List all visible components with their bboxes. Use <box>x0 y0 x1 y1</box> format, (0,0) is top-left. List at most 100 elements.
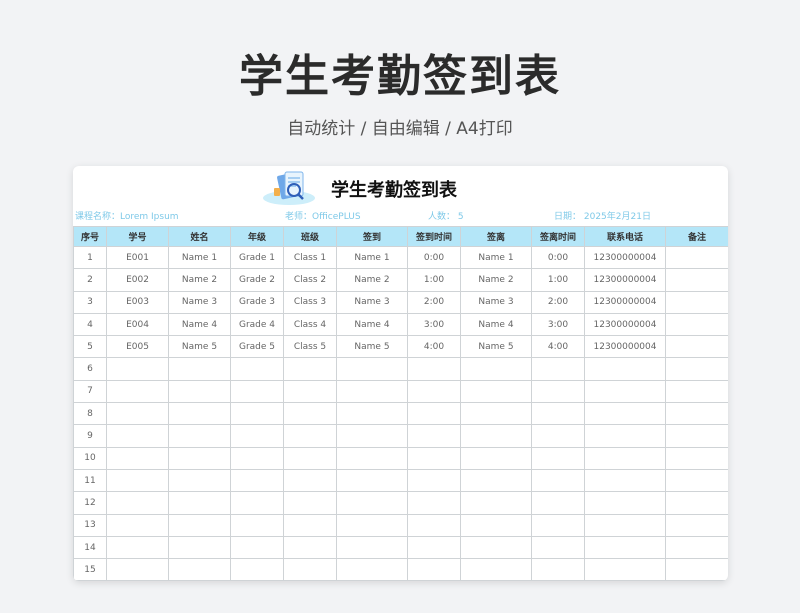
table-cell[interactable] <box>531 357 585 381</box>
table-cell[interactable] <box>336 513 408 537</box>
table-cell[interactable] <box>665 357 728 381</box>
table-cell[interactable] <box>584 446 666 470</box>
table-cell[interactable] <box>665 402 728 426</box>
table-cell[interactable] <box>584 402 666 426</box>
table-cell[interactable]: Class 1 <box>283 245 337 270</box>
table-cell[interactable]: Grade 1 <box>230 245 284 270</box>
table-cell[interactable]: 1:00 <box>407 268 461 292</box>
table-cell[interactable]: Name 5 <box>336 335 408 359</box>
table-cell[interactable] <box>665 424 728 448</box>
table-cell[interactable]: Name 4 <box>168 312 231 337</box>
table-cell[interactable]: Name 1 <box>336 245 408 270</box>
table-cell[interactable] <box>665 468 728 493</box>
table-cell[interactable] <box>168 402 231 426</box>
table-cell[interactable] <box>106 558 169 581</box>
table-cell[interactable]: Name 4 <box>460 312 532 337</box>
table-cell[interactable]: 14 <box>73 535 107 560</box>
table-cell[interactable]: Name 2 <box>168 268 231 292</box>
table-cell[interactable] <box>283 357 337 381</box>
table-cell[interactable]: 7 <box>73 379 107 404</box>
table-cell[interactable]: Class 5 <box>283 335 337 359</box>
table-cell[interactable] <box>168 379 231 404</box>
table-cell[interactable]: 4:00 <box>407 335 461 359</box>
table-cell[interactable] <box>106 491 169 515</box>
table-cell[interactable] <box>336 402 408 426</box>
table-cell[interactable] <box>336 379 408 404</box>
table-cell[interactable] <box>665 491 728 515</box>
table-cell[interactable]: E002 <box>106 268 169 292</box>
table-cell[interactable] <box>665 268 728 292</box>
table-cell[interactable]: Name 1 <box>168 245 231 270</box>
table-cell[interactable] <box>584 357 666 381</box>
table-cell[interactable] <box>531 513 585 537</box>
table-cell[interactable] <box>531 446 585 470</box>
table-cell[interactable] <box>584 424 666 448</box>
table-cell[interactable]: 12300000004 <box>584 245 666 270</box>
table-cell[interactable] <box>584 535 666 560</box>
table-cell[interactable]: Grade 3 <box>230 290 284 314</box>
table-cell[interactable] <box>230 468 284 493</box>
table-cell[interactable] <box>230 558 284 581</box>
table-cell[interactable]: Class 4 <box>283 312 337 337</box>
table-cell[interactable]: 8 <box>73 402 107 426</box>
table-cell[interactable] <box>407 402 461 426</box>
table-cell[interactable]: 3:00 <box>531 312 585 337</box>
table-cell[interactable]: 9 <box>73 424 107 448</box>
table-cell[interactable] <box>168 446 231 470</box>
table-cell[interactable]: Grade 4 <box>230 312 284 337</box>
table-cell[interactable]: 12300000004 <box>584 290 666 314</box>
table-cell[interactable] <box>584 558 666 581</box>
table-cell[interactable] <box>665 513 728 537</box>
table-cell[interactable]: Name 3 <box>168 290 231 314</box>
table-cell[interactable]: 0:00 <box>407 245 461 270</box>
table-cell[interactable]: 11 <box>73 468 107 493</box>
table-cell[interactable]: Name 1 <box>460 245 532 270</box>
table-cell[interactable] <box>283 446 337 470</box>
table-cell[interactable] <box>665 245 728 270</box>
table-cell[interactable] <box>584 468 666 493</box>
table-cell[interactable]: E003 <box>106 290 169 314</box>
table-cell[interactable] <box>230 402 284 426</box>
table-cell[interactable] <box>407 379 461 404</box>
table-cell[interactable]: 5 <box>73 335 107 359</box>
table-cell[interactable] <box>168 357 231 381</box>
table-cell[interactable] <box>460 379 532 404</box>
table-cell[interactable] <box>460 424 532 448</box>
table-cell[interactable] <box>230 535 284 560</box>
table-cell[interactable] <box>531 558 585 581</box>
table-cell[interactable] <box>531 379 585 404</box>
table-cell[interactable]: 1 <box>73 245 107 270</box>
table-cell[interactable]: E004 <box>106 312 169 337</box>
table-cell[interactable]: 2:00 <box>531 290 585 314</box>
table-cell[interactable]: 15 <box>73 558 107 581</box>
table-cell[interactable]: 12300000004 <box>584 335 666 359</box>
table-cell[interactable] <box>230 379 284 404</box>
table-cell[interactable] <box>168 424 231 448</box>
table-cell[interactable] <box>407 513 461 537</box>
table-cell[interactable] <box>336 535 408 560</box>
table-cell[interactable]: 12300000004 <box>584 268 666 292</box>
table-cell[interactable] <box>106 402 169 426</box>
table-cell[interactable] <box>460 446 532 470</box>
table-cell[interactable]: 4 <box>73 312 107 337</box>
table-cell[interactable] <box>665 535 728 560</box>
table-cell[interactable]: Name 5 <box>168 335 231 359</box>
table-cell[interactable] <box>665 290 728 314</box>
table-cell[interactable] <box>283 379 337 404</box>
table-cell[interactable]: 3 <box>73 290 107 314</box>
table-cell[interactable] <box>407 446 461 470</box>
table-cell[interactable]: 12 <box>73 491 107 515</box>
table-cell[interactable] <box>106 446 169 470</box>
table-cell[interactable] <box>460 402 532 426</box>
table-cell[interactable]: 2:00 <box>407 290 461 314</box>
table-cell[interactable]: Class 2 <box>283 268 337 292</box>
table-cell[interactable] <box>336 446 408 470</box>
table-cell[interactable] <box>584 491 666 515</box>
table-cell[interactable] <box>460 558 532 581</box>
table-cell[interactable] <box>283 535 337 560</box>
table-cell[interactable] <box>336 558 408 581</box>
table-cell[interactable] <box>665 335 728 359</box>
table-cell[interactable] <box>665 446 728 470</box>
table-cell[interactable] <box>460 513 532 537</box>
table-cell[interactable]: Name 3 <box>336 290 408 314</box>
